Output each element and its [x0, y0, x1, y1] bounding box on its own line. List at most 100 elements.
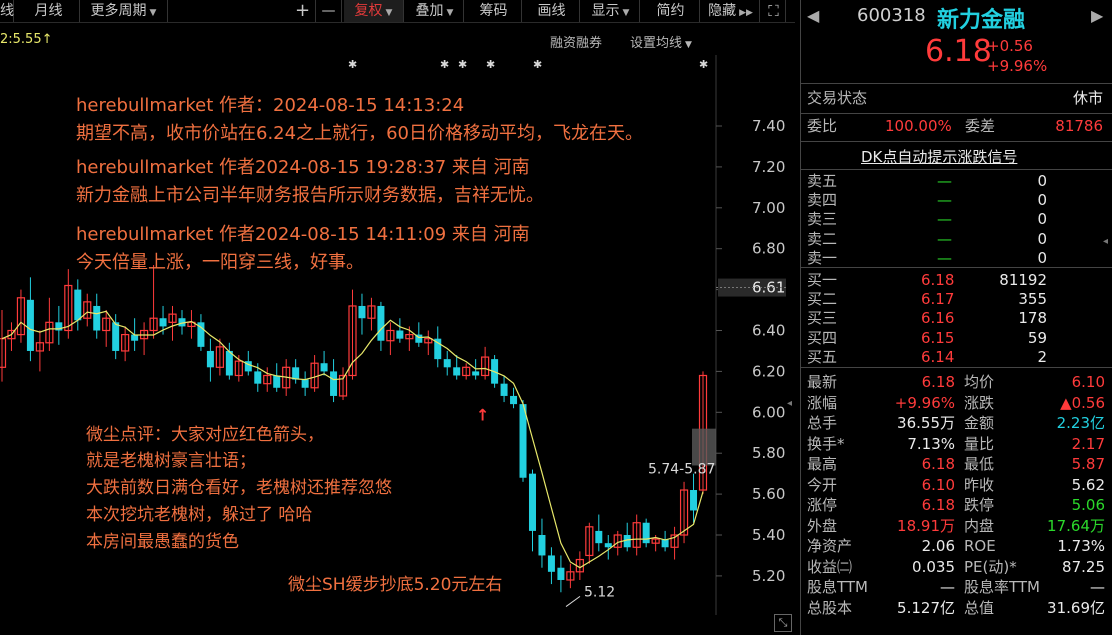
event-marker-icon: ✱ — [486, 58, 495, 71]
bid-price: 6.18 — [921, 271, 955, 289]
chevron-down-icon: ▼ — [446, 8, 454, 18]
period-tab-partial[interactable]: 线 — [0, 0, 14, 22]
simple-mode-button[interactable]: 简约 — [642, 0, 700, 22]
bid-row: 买四 6.15 59 — [801, 329, 1112, 348]
note-1-header: herebullmarket 作者：2024-08-15 14:13:24 — [76, 95, 465, 116]
stat-value: 2.06 — [921, 537, 955, 555]
zoom-out-button[interactable]: — — [316, 0, 342, 22]
candle-body — [292, 367, 300, 380]
stat-label: 均价 — [964, 373, 995, 391]
candle-body — [519, 404, 527, 478]
candle-body — [557, 567, 565, 580]
display-button[interactable]: 显示 ▼ — [582, 0, 640, 22]
price-tick-label: 6.40 — [752, 322, 785, 340]
chevron-down-icon: ▼ — [685, 40, 692, 50]
bid-price: 6.17 — [921, 290, 955, 309]
bid-volume: 2 — [1037, 347, 1047, 366]
price-tick-label: 5.40 — [752, 526, 785, 544]
resize-handle-icon[interactable]: ⤡ — [774, 614, 792, 632]
ma-settings-label: 设置均线 — [630, 36, 683, 51]
ask-row: 卖一 — 0 — [801, 249, 1112, 268]
margin-trading-button[interactable]: 融资融券 — [550, 32, 602, 51]
price-change-pct: +9.96% — [987, 57, 1048, 75]
price-tick-label: 7.20 — [752, 158, 785, 176]
ma-indicator: 2:5.55↑ — [0, 32, 53, 47]
price-tick-label: 7.40 — [752, 117, 785, 135]
stat-label: 换手* — [807, 434, 845, 453]
stat-label: 收益㈡ — [807, 557, 853, 576]
restore-rights-button[interactable]: 复权 ▼ — [344, 0, 404, 22]
monthly-button[interactable]: 月线 — [18, 0, 80, 22]
bid-price: 6.14 — [921, 347, 955, 366]
draw-line-button[interactable]: 画线 — [524, 0, 580, 22]
stat-value: 7.13% — [907, 434, 955, 453]
stat-label: 股息率TTM — [964, 578, 1041, 596]
overlay-button[interactable]: 叠加 ▼ — [406, 0, 464, 22]
ask-volume: 0 — [1037, 229, 1047, 248]
note-2-header: herebullmarket 作者2024-08-15 19:28:37 来自 … — [76, 157, 530, 178]
bid-label: 买二 — [807, 290, 838, 309]
bid-row: 买三 6.16 178 — [801, 309, 1112, 328]
candle-body — [472, 371, 480, 376]
bid-volume: 355 — [1018, 290, 1047, 309]
stat-label: 昨收 — [964, 475, 995, 494]
hide-button[interactable]: 隐藏 ▶▶ — [702, 0, 760, 22]
chips-button[interactable]: 筹码 — [466, 0, 522, 22]
bid-label: 买一 — [807, 271, 838, 289]
stat-label: 最低 — [964, 455, 995, 473]
stat-label: 量比 — [964, 434, 995, 453]
panel-expand-icon[interactable]: ◂ — [1103, 236, 1108, 247]
stat-row: 最新 6.18 均价 6.10 — [801, 373, 1112, 392]
chart-toolbar: 线 月线 更多周期 ▼ + — 复权 ▼ 叠加 ▼ 筹码 画线 显示 ▼ 简约 隐藏 ▶▶… — [0, 0, 795, 23]
stat-label: ROE — [964, 537, 996, 555]
chevron-down-icon: ▼ — [149, 8, 157, 18]
more-periods-button[interactable]: 更多周期 ▼ — [80, 0, 168, 22]
candle-body — [396, 330, 404, 339]
restore-rights-label: 复权 — [354, 3, 383, 19]
stat-label: 净资产 — [807, 537, 853, 555]
zoom-in-button[interactable]: + — [290, 0, 316, 22]
stat-value: 31.69亿 — [1047, 598, 1105, 617]
stat-label: 总值 — [964, 598, 995, 617]
ask-price: — — [937, 229, 952, 248]
signal-link[interactable]: DK点自动提示涨跌信号 — [861, 146, 1017, 167]
stat-label: 内盘 — [964, 516, 995, 535]
stat-row: 涨幅 +9.96% 涨跌 ▲0.56 — [801, 394, 1112, 413]
double-chevron-right-icon: ▶▶ — [739, 8, 753, 18]
next-stock-icon[interactable]: ▶ — [1091, 6, 1103, 25]
note-1-body: 期望不高，收市价站在6.24之上就行，60日价格移动平均，飞龙在天。 — [76, 123, 643, 144]
comment-line: 就是老槐树豪言壮语； — [86, 451, 256, 471]
stat-row: 收益㈡ 0.035 PE(动)* 87.25 — [801, 558, 1112, 577]
divider — [801, 83, 1112, 84]
stat-value: 6.18 — [921, 373, 955, 391]
stat-label: 股息TTM — [807, 578, 869, 596]
price-range-label: 5.74-5.87 — [648, 462, 715, 478]
bid-volume: 178 — [1018, 309, 1047, 328]
panel-collapse-icon[interactable]: ◂ — [787, 398, 792, 409]
ma-settings-button[interactable]: 设置均线 ▼ — [630, 32, 692, 51]
chart-subbar: 2:5.55↑ 融资融券 设置均线 ▼ — [0, 28, 710, 51]
fullscreen-icon[interactable]: ⛶ — [762, 0, 786, 22]
ask-row: 卖三 — 0 — [801, 210, 1112, 229]
stat-value: 2.17 — [1071, 434, 1105, 453]
stat-value: 87.25 — [1062, 557, 1105, 576]
stat-label: 外盘 — [807, 516, 838, 535]
stat-value: 6.18 — [921, 496, 955, 514]
bid-label: 买四 — [807, 328, 838, 347]
stat-value: 5.87 — [1071, 455, 1105, 473]
stat-label: 今开 — [807, 475, 838, 494]
ask-price: — — [937, 210, 952, 229]
trade-status-value: 休市 — [1072, 89, 1103, 107]
prev-stock-icon[interactable]: ◀ — [807, 6, 819, 25]
ask-label: 卖四 — [807, 191, 838, 210]
stat-value: 2.23亿 — [1056, 414, 1105, 432]
event-marker-icon: ✱ — [458, 58, 467, 71]
candle-body — [206, 350, 214, 368]
stat-row: 净资产 2.06 ROE 1.73% — [801, 537, 1112, 556]
bottom-comment: 微尘SH缓步抄底5.20元左右 — [288, 575, 503, 595]
weibi-value: 100.00% — [885, 117, 952, 135]
bid-row: 买二 6.17 355 — [801, 290, 1112, 309]
candle-body — [595, 530, 603, 544]
bid-label: 买五 — [807, 347, 838, 366]
overlay-label: 叠加 — [415, 3, 444, 19]
